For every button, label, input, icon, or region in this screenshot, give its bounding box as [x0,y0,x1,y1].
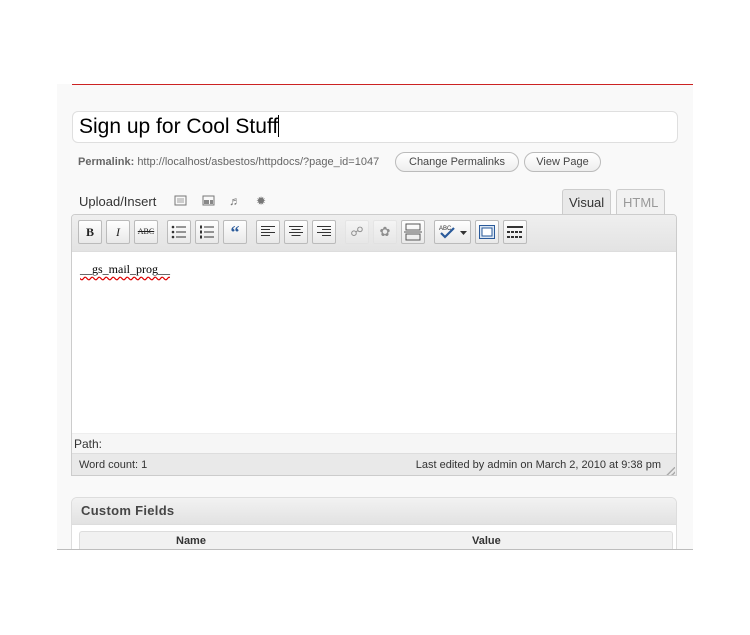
upload-insert-label: Upload/Insert [79,194,157,209]
insert-more-button[interactable] [401,220,425,244]
video-icon[interactable] [201,194,215,208]
italic-button[interactable]: I [106,220,130,244]
last-edited-info: Last edited by admin on March 2, 2010 at… [415,459,661,471]
align-right-button[interactable] [312,220,336,244]
editor-toolbar: B I ABC “ ☍ ✿ ABC [72,215,676,252]
unlink-button[interactable]: ✿ [373,220,397,244]
post-title-text: Sign up for Cool Stuff [79,115,279,138]
align-left-button[interactable] [256,220,280,244]
word-count: Word count: 1 [79,459,148,471]
tab-visual[interactable]: Visual [562,189,612,214]
link-button[interactable]: ☍ [345,220,369,244]
image-icon[interactable] [173,194,187,208]
top-divider [72,84,693,85]
column-header-name: Name [176,535,206,547]
media-icon[interactable]: ✹ [254,194,268,208]
audio-icon[interactable]: ♬ [228,194,242,208]
kitchen-sink-button[interactable] [503,220,527,244]
align-center-button[interactable] [284,220,308,244]
editor-status-bar: Word count: 1 Last edited by admin on Ma… [72,453,676,475]
post-title-input[interactable]: Sign up for Cool Stuff [72,111,678,143]
permalink-url[interactable]: http://localhost/asbestos/httpdocs/?page… [137,156,379,168]
custom-fields-table-header: Name Value [79,531,673,549]
custom-fields-box: Custom Fields Name Value [71,497,677,549]
spellcheck-button[interactable]: ABC [434,220,471,244]
permalink-row: Permalink: http://localhost/asbestos/htt… [78,156,379,168]
path-label: Path: [74,437,103,451]
editor-content-text: __gs_mail_prog__ [80,262,170,276]
custom-fields-title[interactable]: Custom Fields [72,498,676,525]
resize-grip-icon[interactable] [665,467,675,475]
numbered-list-button[interactable] [195,220,219,244]
editor-content-area[interactable]: __gs_mail_prog__ [72,251,676,433]
bullet-list-button[interactable] [167,220,191,244]
bold-button[interactable]: B [78,220,102,244]
edit-page-panel: Sign up for Cool Stuff Permalink: http:/… [57,84,693,550]
column-header-value: Value [472,535,501,547]
fullscreen-button[interactable] [475,220,499,244]
permalink-label: Permalink: [78,156,135,168]
strikethrough-button[interactable]: ABC [134,220,158,244]
blockquote-button[interactable]: “ [223,220,247,244]
tab-html[interactable]: HTML [616,189,666,214]
view-page-button[interactable]: View Page [524,152,601,172]
editor-path-bar: Path: [72,433,676,454]
change-permalinks-button[interactable]: Change Permalinks [395,152,519,172]
text-caret [278,115,280,137]
content-editor: B I ABC “ ☍ ✿ ABC __gs_mail_prog__ Path:… [71,214,677,476]
